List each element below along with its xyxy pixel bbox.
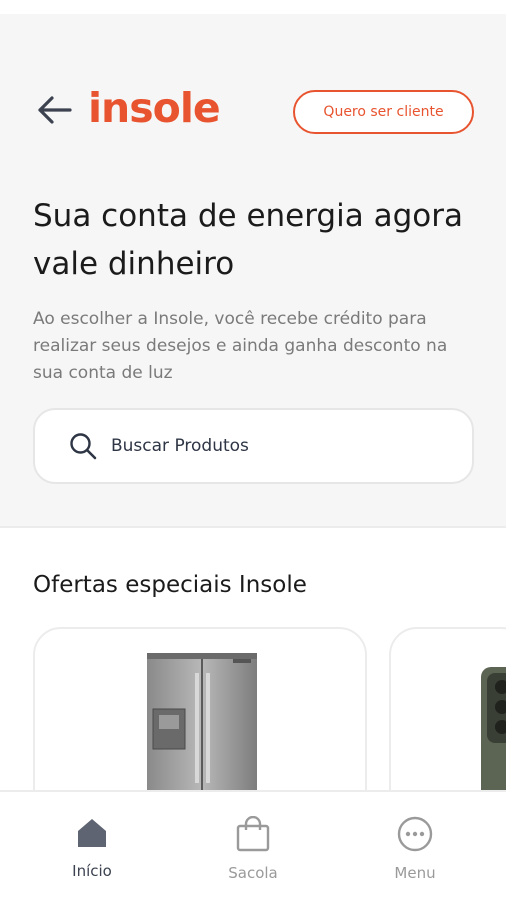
search-placeholder: Buscar Produtos [111, 436, 249, 456]
home-icon [78, 819, 106, 847]
nav-item-inicio[interactable]: Início [42, 816, 142, 886]
section-divider [0, 526, 506, 528]
more-icon [397, 816, 433, 852]
nav-item-sacola[interactable]: Sacola [203, 816, 303, 886]
status-bar-area [0, 0, 506, 14]
offers-section-title: Ofertas especiais Insole [33, 572, 307, 598]
arrow-left-icon [38, 96, 72, 124]
hero-subtext: Ao escolher a Insole, você recebe crédit… [33, 309, 448, 383]
become-client-button[interactable]: Quero ser cliente [293, 90, 474, 134]
page-headline: Sua conta de energia agora vale dinheiro [33, 198, 463, 282]
bottom-navigation: Início Sacola Menu [0, 790, 506, 900]
search-input[interactable]: Buscar Produtos [33, 408, 474, 484]
bag-icon [236, 816, 270, 852]
insole-logo: insole [88, 84, 221, 132]
nav-label-menu: Menu [394, 864, 436, 882]
nav-label-sacola: Sacola [228, 864, 278, 882]
back-button[interactable] [34, 92, 74, 128]
search-icon [70, 433, 97, 460]
nav-label-inicio: Início [72, 862, 112, 880]
nav-item-menu[interactable]: Menu [365, 816, 465, 886]
